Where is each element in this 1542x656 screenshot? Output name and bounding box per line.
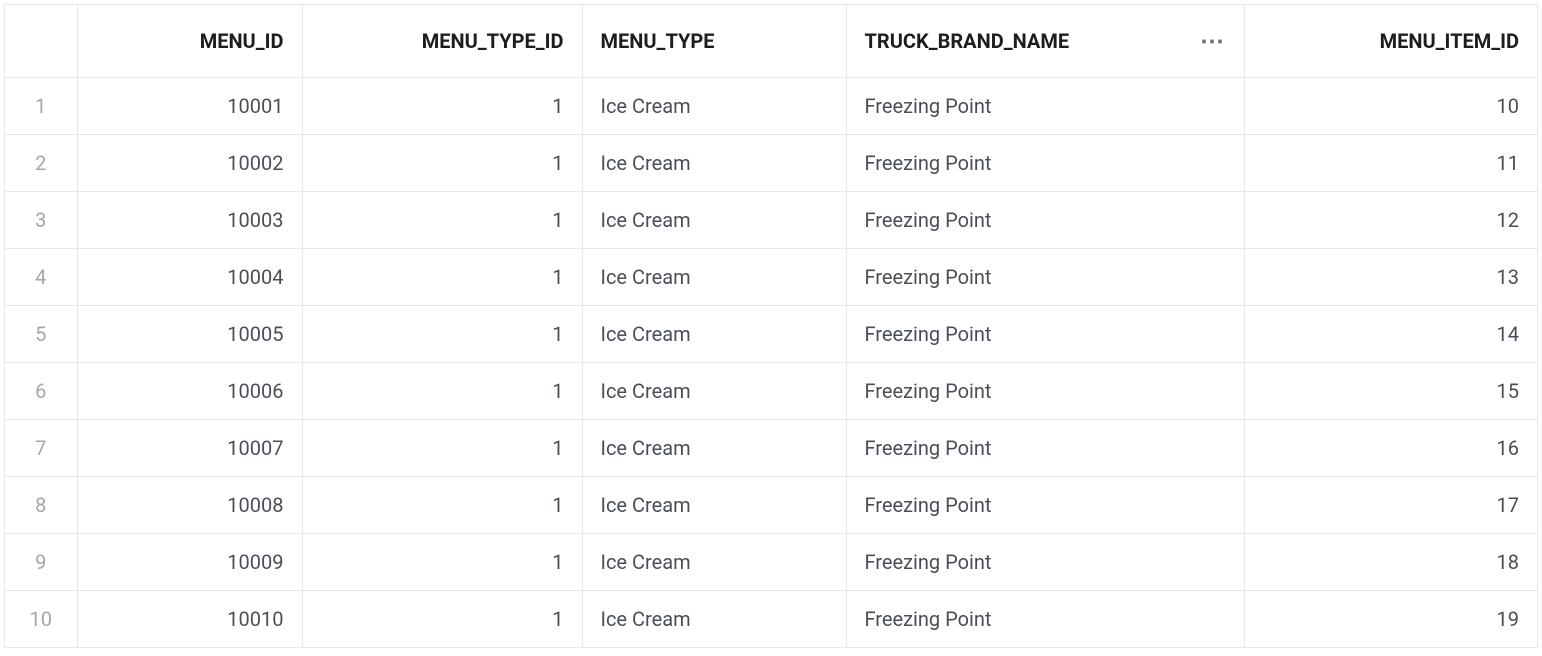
row-index-cell[interactable]: 1 xyxy=(5,77,77,134)
cell-menu-id[interactable]: 10001 xyxy=(77,77,302,134)
row-index-cell[interactable]: 10 xyxy=(5,590,77,647)
table-row[interactable]: 3100031Ice CreamFreezing Point12 xyxy=(5,191,1538,248)
cell-menu-type[interactable]: Ice Cream xyxy=(582,419,846,476)
table-header: MENU_ID MENU_TYPE_ID MENU_TYPE TRUCK_BRA… xyxy=(5,5,1538,77)
cell-menu-type-id[interactable]: 1 xyxy=(302,248,582,305)
cell-menu-type-id[interactable]: 1 xyxy=(302,362,582,419)
cell-menu-type[interactable]: Ice Cream xyxy=(582,590,846,647)
cell-menu-type[interactable]: Ice Cream xyxy=(582,77,846,134)
cell-menu-item-id[interactable]: 12 xyxy=(1244,191,1538,248)
cell-menu-item-id[interactable]: 19 xyxy=(1244,590,1538,647)
data-table: MENU_ID MENU_TYPE_ID MENU_TYPE TRUCK_BRA… xyxy=(4,4,1538,648)
table-row[interactable]: 5100051Ice CreamFreezing Point14 xyxy=(5,305,1538,362)
row-index-cell[interactable]: 3 xyxy=(5,191,77,248)
cell-menu-type[interactable]: Ice Cream xyxy=(582,362,846,419)
cell-menu-type-id[interactable]: 1 xyxy=(302,77,582,134)
cell-menu-item-id[interactable]: 16 xyxy=(1244,419,1538,476)
column-header-label: MENU_TYPE_ID xyxy=(422,29,564,53)
cell-menu-type[interactable]: Ice Cream xyxy=(582,191,846,248)
cell-truck-brand-name[interactable]: Freezing Point xyxy=(846,419,1244,476)
column-header-label: MENU_TYPE xyxy=(601,29,715,53)
cell-menu-item-id[interactable]: 11 xyxy=(1244,134,1538,191)
cell-menu-type-id[interactable]: 1 xyxy=(302,134,582,191)
cell-menu-id[interactable]: 10007 xyxy=(77,419,302,476)
cell-menu-type[interactable]: Ice Cream xyxy=(582,305,846,362)
cell-truck-brand-name[interactable]: Freezing Point xyxy=(846,77,1244,134)
row-index-header[interactable] xyxy=(5,5,77,77)
cell-menu-type-id[interactable]: 1 xyxy=(302,476,582,533)
row-index-cell[interactable]: 9 xyxy=(5,533,77,590)
cell-menu-id[interactable]: 10004 xyxy=(77,248,302,305)
table-header-row: MENU_ID MENU_TYPE_ID MENU_TYPE TRUCK_BRA… xyxy=(5,5,1538,77)
row-index-cell[interactable]: 4 xyxy=(5,248,77,305)
column-actions-icon[interactable]: ⋯ xyxy=(1188,29,1226,53)
column-header-label: TRUCK_BRAND_NAME xyxy=(865,29,1070,53)
row-index-cell[interactable]: 5 xyxy=(5,305,77,362)
column-header-menu-item-id[interactable]: MENU_ITEM_ID xyxy=(1244,5,1538,77)
cell-menu-type[interactable]: Ice Cream xyxy=(582,533,846,590)
cell-menu-type[interactable]: Ice Cream xyxy=(582,134,846,191)
cell-menu-type[interactable]: Ice Cream xyxy=(582,476,846,533)
cell-menu-type-id[interactable]: 1 xyxy=(302,419,582,476)
cell-menu-type-id[interactable]: 1 xyxy=(302,305,582,362)
cell-menu-type-id[interactable]: 1 xyxy=(302,590,582,647)
cell-truck-brand-name[interactable]: Freezing Point xyxy=(846,191,1244,248)
column-header-menu-type-id[interactable]: MENU_TYPE_ID xyxy=(302,5,582,77)
table-row[interactable]: 6100061Ice CreamFreezing Point15 xyxy=(5,362,1538,419)
cell-menu-id[interactable]: 10003 xyxy=(77,191,302,248)
cell-truck-brand-name[interactable]: Freezing Point xyxy=(846,248,1244,305)
column-header-menu-id[interactable]: MENU_ID xyxy=(77,5,302,77)
table-row[interactable]: 1100011Ice CreamFreezing Point10 xyxy=(5,77,1538,134)
cell-truck-brand-name[interactable]: Freezing Point xyxy=(846,362,1244,419)
cell-truck-brand-name[interactable]: Freezing Point xyxy=(846,476,1244,533)
cell-menu-id[interactable]: 10005 xyxy=(77,305,302,362)
cell-menu-type-id[interactable]: 1 xyxy=(302,533,582,590)
cell-menu-item-id[interactable]: 14 xyxy=(1244,305,1538,362)
cell-menu-item-id[interactable]: 15 xyxy=(1244,362,1538,419)
column-header-label: MENU_ID xyxy=(200,29,284,53)
cell-menu-id[interactable]: 10002 xyxy=(77,134,302,191)
table-row[interactable]: 9100091Ice CreamFreezing Point18 xyxy=(5,533,1538,590)
row-index-cell[interactable]: 8 xyxy=(5,476,77,533)
cell-menu-item-id[interactable]: 13 xyxy=(1244,248,1538,305)
cell-menu-item-id[interactable]: 10 xyxy=(1244,77,1538,134)
column-header-truck-brand-name[interactable]: TRUCK_BRAND_NAME ⋯ xyxy=(846,5,1244,77)
table-row[interactable]: 7100071Ice CreamFreezing Point16 xyxy=(5,419,1538,476)
cell-truck-brand-name[interactable]: Freezing Point xyxy=(846,590,1244,647)
cell-truck-brand-name[interactable]: Freezing Point xyxy=(846,134,1244,191)
cell-menu-item-id[interactable]: 18 xyxy=(1244,533,1538,590)
cell-truck-brand-name[interactable]: Freezing Point xyxy=(846,533,1244,590)
cell-menu-type[interactable]: Ice Cream xyxy=(582,248,846,305)
table-row[interactable]: 10100101Ice CreamFreezing Point19 xyxy=(5,590,1538,647)
cell-menu-id[interactable]: 10010 xyxy=(77,590,302,647)
table-row[interactable]: 8100081Ice CreamFreezing Point17 xyxy=(5,476,1538,533)
cell-menu-id[interactable]: 10008 xyxy=(77,476,302,533)
cell-menu-type-id[interactable]: 1 xyxy=(302,191,582,248)
column-header-menu-type[interactable]: MENU_TYPE xyxy=(582,5,846,77)
column-header-label: MENU_ITEM_ID xyxy=(1380,29,1519,53)
table-body: 1100011Ice CreamFreezing Point102100021I… xyxy=(5,77,1538,647)
table-row[interactable]: 2100021Ice CreamFreezing Point11 xyxy=(5,134,1538,191)
cell-menu-id[interactable]: 10006 xyxy=(77,362,302,419)
row-index-cell[interactable]: 2 xyxy=(5,134,77,191)
cell-truck-brand-name[interactable]: Freezing Point xyxy=(846,305,1244,362)
table-row[interactable]: 4100041Ice CreamFreezing Point13 xyxy=(5,248,1538,305)
cell-menu-id[interactable]: 10009 xyxy=(77,533,302,590)
cell-menu-item-id[interactable]: 17 xyxy=(1244,476,1538,533)
row-index-cell[interactable]: 7 xyxy=(5,419,77,476)
row-index-cell[interactable]: 6 xyxy=(5,362,77,419)
